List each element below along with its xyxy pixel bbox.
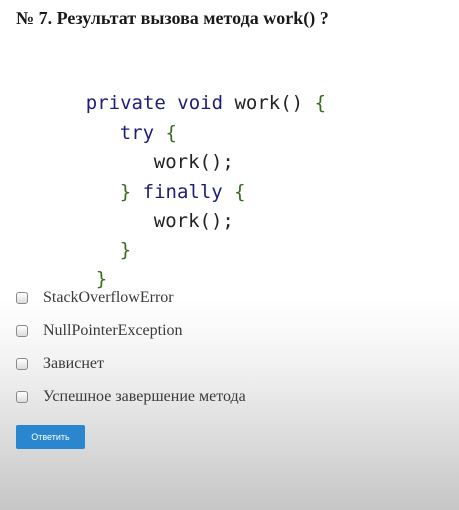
code-line-3: work(); (108, 126, 234, 173)
code-line-1: private void work() { (40, 67, 326, 114)
question-title: № 7. Результат вызова метода work() ? (16, 8, 329, 28)
option-label[interactable]: Успешное завершение метода (43, 388, 246, 406)
option-label[interactable]: NullPointerException (43, 322, 183, 340)
code-method-name: work() (223, 92, 315, 114)
option-checkbox[interactable] (16, 358, 28, 370)
option-checkbox[interactable] (16, 292, 28, 304)
submit-button[interactable]: Ответить (16, 425, 85, 449)
option-checkbox[interactable] (16, 325, 28, 337)
code-statement: work(); (153, 210, 234, 232)
code-line-4: } finally { (74, 156, 246, 203)
code-line-7: } (50, 243, 107, 290)
code-brace: } (95, 268, 108, 290)
code-line-5: work(); (108, 185, 234, 232)
option-label[interactable]: StackOverflowError (43, 289, 174, 307)
option-label[interactable]: Зависнет (43, 355, 104, 373)
code-line-2: try { (74, 97, 177, 144)
option-checkbox[interactable] (16, 391, 28, 403)
code-brace: { (314, 92, 327, 114)
code-line-6: } (74, 214, 131, 261)
code-brace: } (119, 239, 132, 261)
